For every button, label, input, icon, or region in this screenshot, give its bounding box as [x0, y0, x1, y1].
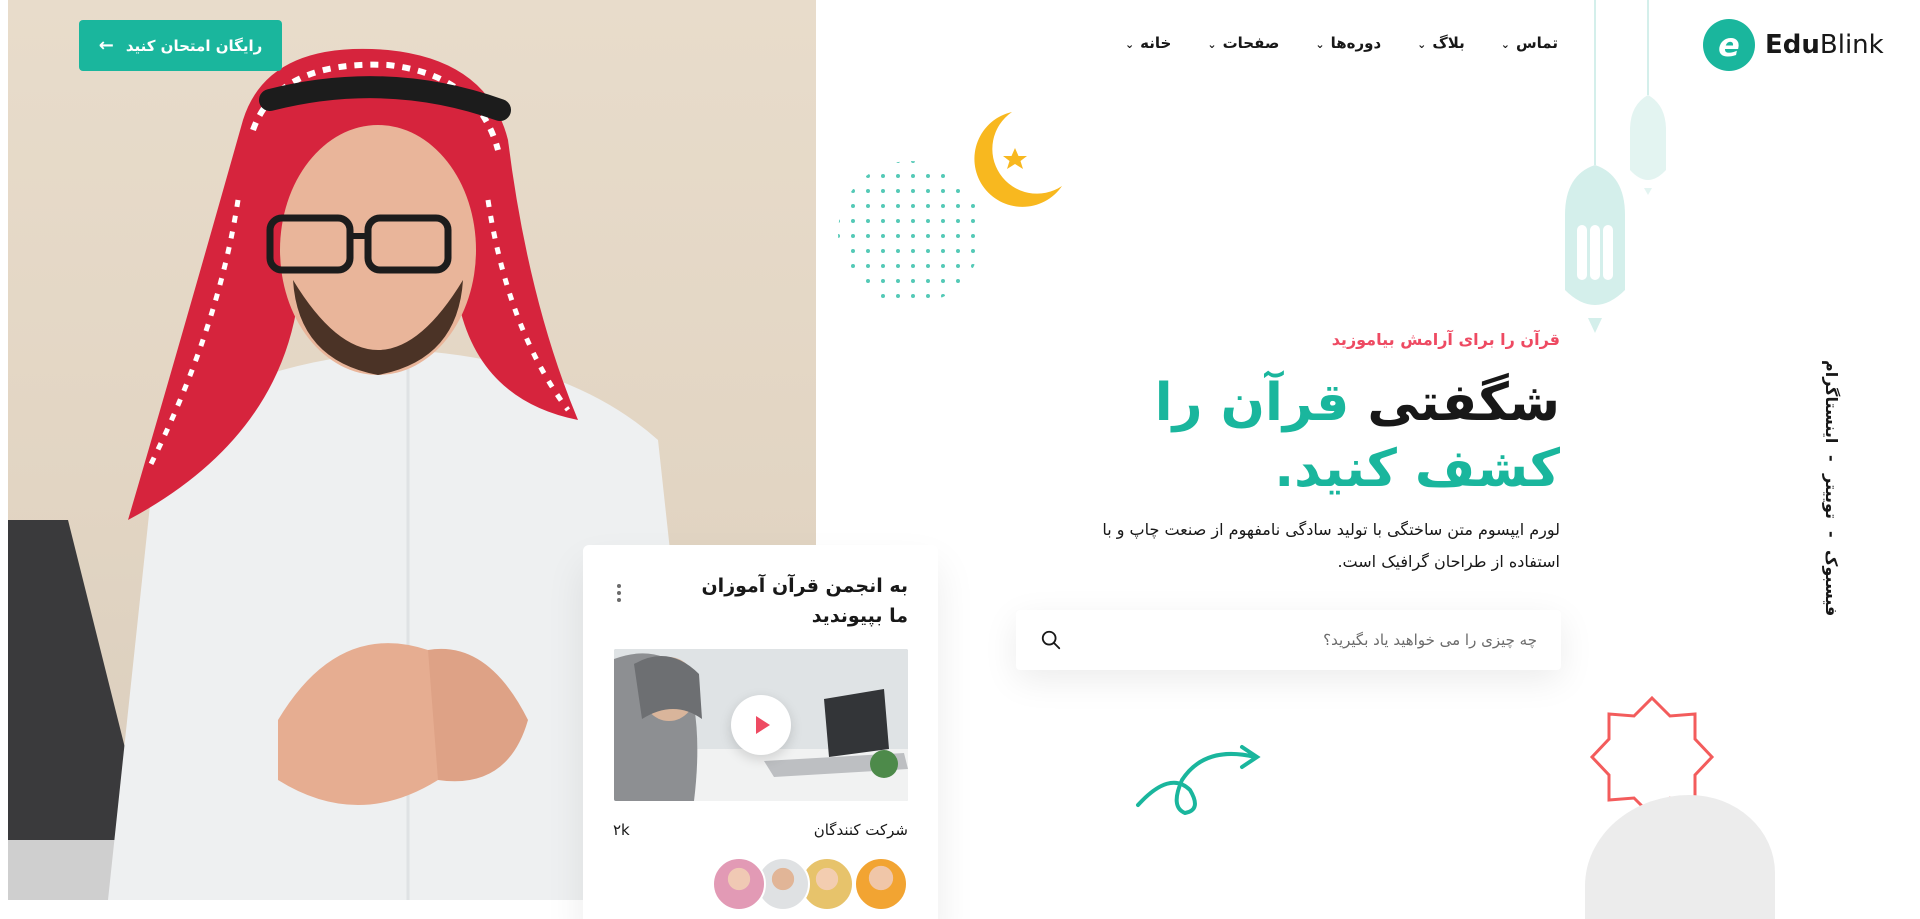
hero-description: لورم ایپسوم متن ساختگی با تولید سادگی نا…	[1102, 520, 1560, 571]
nav-item-blog[interactable]: بلاگ ⌄	[1417, 34, 1465, 52]
kebab-menu-icon[interactable]	[613, 581, 625, 605]
headline-plain: شگفتی	[1367, 373, 1560, 433]
arrow-left-icon: ←	[98, 35, 114, 56]
avatar	[712, 857, 766, 911]
chevron-down-icon: ⌄	[1500, 37, 1510, 51]
curly-arrow-decoration	[1136, 745, 1261, 815]
logo-mark-icon: e	[1703, 19, 1755, 71]
video-thumbnail[interactable]	[614, 649, 908, 801]
chevron-down-icon: ⌄	[1124, 37, 1135, 51]
logo[interactable]: e EduBlink	[1703, 19, 1884, 71]
nav-item-courses[interactable]: دوره‌ها ⌄	[1315, 34, 1381, 52]
participants-row: شرکت کنندگان ۲k	[613, 821, 908, 839]
star-shape-decoration	[1589, 695, 1715, 819]
chevron-down-icon: ⌄	[1315, 37, 1325, 51]
nav-item-contact[interactable]: تماس ⌄	[1501, 34, 1558, 52]
social-twitter[interactable]: توییتر	[1822, 474, 1841, 519]
logo-text: EduBlink	[1765, 30, 1884, 60]
play-button[interactable]	[731, 695, 791, 755]
hero-headline: شگفتی قرآن را کشف کنید.	[1090, 370, 1560, 502]
social-links: فیسبوک - توییتر - اینستاگرام	[1822, 360, 1852, 616]
chevron-down-icon: ⌄	[1207, 37, 1217, 51]
social-separator: -	[1822, 455, 1841, 462]
card-title: به انجمن قرآن آموزان ما بپیوندید	[701, 575, 908, 627]
dot-pattern	[838, 161, 982, 305]
social-instagram[interactable]: اینستاگرام	[1822, 360, 1841, 443]
avatar-group	[613, 857, 908, 911]
participants-count: ۲k	[613, 821, 630, 839]
play-icon	[756, 716, 770, 734]
chevron-down-icon: ⌄	[1417, 37, 1427, 51]
try-free-button[interactable]: رایگان امتحان کنید ←	[79, 20, 282, 71]
nav-item-home[interactable]: خانه ⌄	[1125, 34, 1171, 52]
search-icon[interactable]	[1040, 629, 1062, 651]
social-separator: -	[1822, 531, 1841, 538]
main-nav: خانه ⌄ صفحات ⌄ دوره‌ها ⌄ بلاگ ⌄ تماس ⌄	[1125, 34, 1558, 52]
avatar	[854, 857, 908, 911]
nav-item-pages[interactable]: صفحات ⌄	[1207, 34, 1279, 52]
try-free-label: رایگان امتحان کنید	[125, 36, 263, 55]
lantern-icon	[1565, 0, 1666, 333]
hero-subtitle: قرآن را برای آرامش بیاموزید	[1331, 330, 1560, 349]
social-facebook[interactable]: فیسبوک	[1822, 550, 1841, 616]
blob-decoration	[1585, 795, 1775, 919]
crescent-moon-icon	[974, 112, 1062, 207]
search-bar	[1016, 610, 1561, 670]
participants-label: شرکت کنندگان	[813, 821, 908, 839]
community-card: به انجمن قرآن آموزان ما بپیوندید شرکت کن…	[583, 545, 938, 919]
search-input[interactable]	[1062, 631, 1537, 649]
star-icon	[1003, 148, 1027, 169]
card-header: به انجمن قرآن آموزان ما بپیوندید	[613, 571, 908, 631]
